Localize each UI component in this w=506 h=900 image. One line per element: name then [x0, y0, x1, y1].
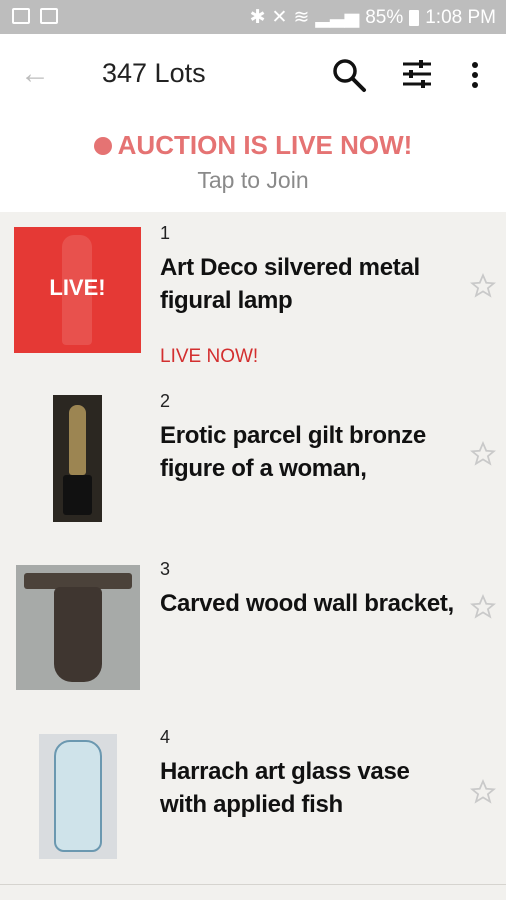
figure-base-shape — [63, 475, 92, 515]
lot-title: Harrach art glass vase with applied fish — [160, 758, 410, 818]
lot-thumbnail: LIVE! — [14, 227, 141, 353]
mute-icon: ✕ — [271, 7, 288, 28]
star-icon[interactable] — [470, 779, 496, 805]
lot-number: 4 — [160, 727, 171, 747]
app-bar: ← 347 Lots — [0, 34, 506, 116]
lot-number: 3 — [160, 559, 171, 579]
lot-thumbnail — [53, 395, 102, 522]
lot-row[interactable]: 3 Carved wood wall bracket, — [0, 548, 506, 717]
live-dot-icon — [93, 136, 112, 155]
tap-to-join-text: Tap to Join — [197, 167, 309, 193]
star-icon[interactable] — [470, 441, 496, 467]
glass-vase-shape — [54, 740, 102, 852]
mail-icon — [12, 8, 30, 24]
lot-title: Carved wood wall bracket, — [160, 590, 454, 617]
lot-thumbnail — [39, 734, 117, 859]
more-options-icon[interactable] — [466, 60, 484, 90]
lot-row[interactable]: LIVE! 1 Art Deco silvered metal figural … — [0, 212, 506, 381]
battery-level: 85% — [365, 6, 404, 28]
live-banner-text: AUCTION IS LIVE NOW! — [117, 130, 413, 160]
lot-number: 2 — [160, 391, 171, 411]
lot-title: Erotic parcel gilt bronze figure of a wo… — [160, 422, 426, 482]
live-badge: LIVE! — [49, 275, 106, 300]
bluetooth-icon: ✱ — [249, 7, 266, 28]
lot-row[interactable]: 4 Harrach art glass vase with applied fi… — [0, 716, 506, 885]
lot-thumbnail — [16, 565, 140, 690]
page-title: 347 Lots — [102, 58, 206, 88]
bracket-body-shape — [54, 587, 102, 682]
star-icon[interactable] — [470, 594, 496, 620]
star-icon[interactable] — [470, 273, 496, 299]
live-auction-banner[interactable]: AUCTION IS LIVE NOW! Tap to Join — [0, 116, 506, 212]
filter-icon[interactable] — [401, 58, 433, 90]
status-bar: ✱ ✕ ≋ ▂▃▅ 85% 1:08 PM — [0, 0, 506, 34]
battery-icon — [409, 9, 420, 26]
back-arrow-icon[interactable]: ← — [20, 59, 50, 89]
lot-title: Art Deco silvered metal figural lamp — [160, 254, 420, 314]
bronze-figure-shape — [69, 405, 86, 475]
wifi-icon: ≋ — [293, 7, 310, 28]
signal-icon: ▂▃▅ — [315, 7, 360, 28]
search-icon[interactable] — [331, 57, 367, 93]
image-icon — [40, 8, 58, 24]
clock: 1:08 PM — [425, 6, 496, 28]
lot-number: 1 — [160, 223, 171, 243]
live-now-status: LIVE NOW! — [160, 346, 259, 367]
lot-row[interactable]: 2 Erotic parcel gilt bronze figure of a … — [0, 380, 506, 549]
